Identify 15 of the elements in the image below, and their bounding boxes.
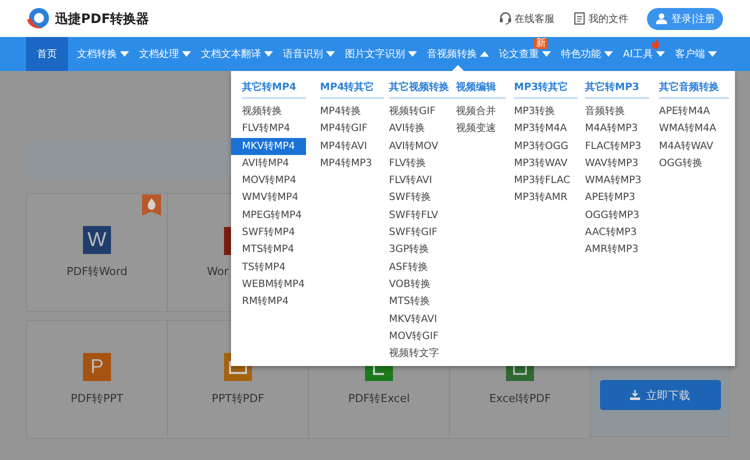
tool-label: PDF转PPT [70, 391, 124, 406]
column-heading: MP3转其它 [514, 80, 578, 99]
tool-label: PPT转PDF [212, 391, 264, 406]
file-type-icon: P [83, 353, 111, 381]
column-heading: 其它转MP4 [242, 80, 306, 99]
tool-label: Wor [207, 265, 228, 278]
new-badge: 新 [534, 38, 548, 49]
file-type-icon: W [83, 226, 111, 254]
column-heading: 其它音频转换 [659, 80, 729, 99]
tool-label: PDF转Excel [348, 391, 410, 406]
tool-label: Excel转PDF [489, 391, 551, 406]
tool-label: PDF转Word [66, 264, 128, 279]
site-title: 迅捷PDF转换器 [55, 10, 150, 28]
column-heading: MP4转其它 [320, 80, 384, 99]
column-heading: 其它转MP3 [585, 80, 650, 99]
